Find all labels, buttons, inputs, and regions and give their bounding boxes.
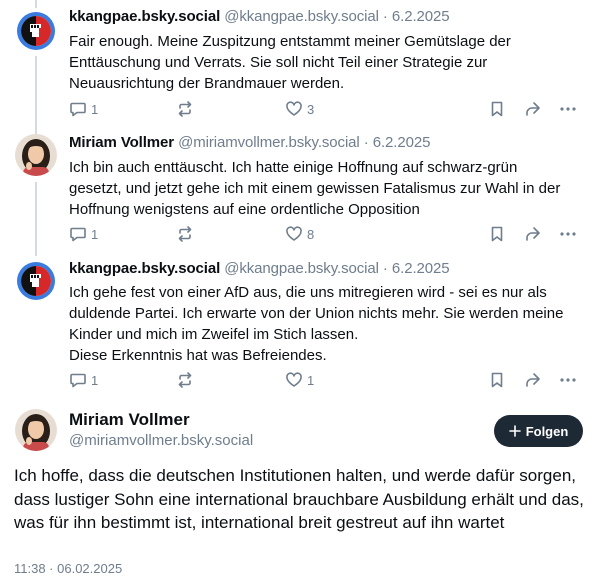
- reply-post[interactable]: Miriam Vollmer @miriamvollmer.bsky.socia…: [0, 126, 596, 256]
- ellipsis-icon: [560, 378, 576, 382]
- repost-button[interactable]: [176, 99, 198, 119]
- post-timestamp[interactable]: 11:38 · 06.02.2025: [14, 561, 122, 576]
- repost-button[interactable]: [176, 370, 198, 390]
- author-name[interactable]: kkangpae.bsky.social: [69, 260, 220, 277]
- bookmark-icon: [491, 372, 503, 388]
- more-options-button[interactable]: [559, 370, 577, 390]
- post-actions: 1 8: [69, 224, 581, 244]
- speech-bubble-icon: [70, 102, 86, 117]
- share-arrow-icon: [526, 102, 540, 116]
- reply-count: 1: [91, 226, 99, 242]
- more-options-button[interactable]: [559, 224, 577, 244]
- reply-button[interactable]: 1: [69, 224, 98, 244]
- post-text: Ich bin auch enttäuscht. Ich hatte einig…: [69, 159, 561, 218]
- reply-post[interactable]: kkangpae.bsky.social @kkangpae.bsky.soci…: [0, 256, 596, 400]
- person-photo-avatar-icon: [15, 134, 57, 176]
- repost-arrows-icon: [178, 226, 192, 242]
- post-text: Ich gehe fest von einer AfD aus, die uns…: [69, 284, 564, 364]
- post-date[interactable]: 6.2.2025: [392, 8, 450, 25]
- fist-logo-avatar-icon: [15, 260, 57, 302]
- follow-label: Folgen: [525, 423, 569, 439]
- post-text: Fair enough. Meine Zuspitzung entstammt …: [69, 33, 511, 92]
- author-handle[interactable]: @kkangpae.bsky.social: [224, 8, 379, 25]
- more-options-button[interactable]: [559, 99, 577, 119]
- repost-arrows-icon: [178, 101, 192, 117]
- author-name[interactable]: Miriam Vollmer: [69, 410, 190, 430]
- repost-arrows-icon: [178, 372, 192, 388]
- share-arrow-icon: [526, 227, 540, 241]
- like-count: 3: [307, 101, 315, 117]
- reply-button[interactable]: 1: [69, 370, 98, 390]
- speech-bubble-icon: [70, 227, 86, 242]
- author-name[interactable]: Miriam Vollmer: [69, 134, 174, 151]
- heart-icon: [286, 101, 302, 116]
- heart-icon: [286, 226, 302, 241]
- post-meta: Miriam Vollmer @miriamvollmer.bsky.socia…: [69, 134, 430, 151]
- post-meta: kkangpae.bsky.social @kkangpae.bsky.soci…: [69, 8, 450, 25]
- author-name[interactable]: kkangpae.bsky.social: [69, 8, 220, 25]
- post-date[interactable]: 6.2.2025: [392, 260, 450, 277]
- speech-bubble-icon: [70, 373, 86, 388]
- like-count: 1: [307, 372, 315, 388]
- bookmark-button[interactable]: [488, 224, 506, 244]
- ellipsis-icon: [560, 232, 576, 236]
- heart-icon: [286, 372, 302, 387]
- fist-logo-avatar-icon: [15, 10, 57, 52]
- separator: ·: [382, 260, 388, 277]
- share-button[interactable]: [523, 370, 541, 390]
- post-text: Ich hoffe, dass die deutschen Institutio…: [14, 466, 584, 532]
- share-button[interactable]: [523, 99, 541, 119]
- like-button[interactable]: 1: [285, 370, 314, 390]
- bookmark-icon: [491, 226, 503, 242]
- plus-icon: [508, 425, 521, 437]
- post-date[interactable]: 6.2.2025: [373, 134, 431, 151]
- like-button[interactable]: 3: [285, 99, 314, 119]
- reply-button[interactable]: 1: [69, 99, 98, 119]
- avatar[interactable]: [15, 10, 57, 52]
- avatar[interactable]: [15, 134, 57, 176]
- reply-count: 1: [91, 372, 99, 388]
- post-actions: 1 3: [69, 99, 581, 119]
- reply-count: 1: [91, 101, 99, 117]
- share-arrow-icon: [526, 373, 540, 387]
- share-button[interactable]: [523, 224, 541, 244]
- bookmark-button[interactable]: [488, 99, 506, 119]
- like-count: 8: [307, 226, 315, 242]
- avatar[interactable]: [15, 409, 57, 451]
- avatar[interactable]: [15, 260, 57, 302]
- follow-button[interactable]: Folgen: [494, 415, 583, 447]
- post-meta: kkangpae.bsky.social @kkangpae.bsky.soci…: [69, 260, 450, 277]
- like-button[interactable]: 8: [285, 224, 314, 244]
- author-handle[interactable]: @miriamvollmer.bsky.social: [69, 432, 253, 449]
- separator: ·: [363, 134, 369, 151]
- bookmark-button[interactable]: [488, 370, 506, 390]
- person-photo-avatar-icon: [15, 409, 57, 451]
- repost-button[interactable]: [176, 224, 198, 244]
- bookmark-icon: [491, 101, 503, 117]
- reply-post[interactable]: kkangpae.bsky.social @kkangpae.bsky.soci…: [0, 0, 596, 126]
- ellipsis-icon: [560, 107, 576, 111]
- separator: ·: [382, 8, 388, 25]
- post-actions: 1 1: [69, 370, 581, 390]
- author-handle[interactable]: @kkangpae.bsky.social: [224, 260, 379, 277]
- author-handle[interactable]: @miriamvollmer.bsky.social: [178, 134, 360, 151]
